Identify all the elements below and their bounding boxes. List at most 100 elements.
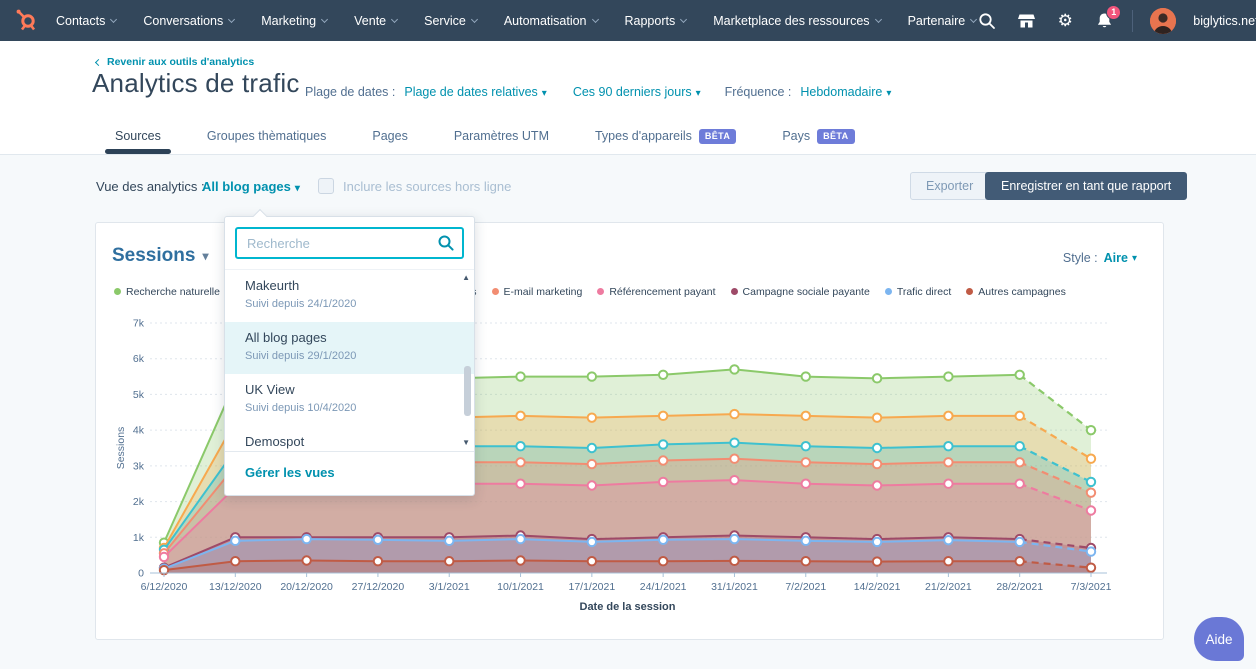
beta-badge: BÊTA	[699, 129, 736, 144]
page-title: Analytics de trafic	[92, 68, 300, 99]
marketplace-store-icon[interactable]	[1015, 10, 1037, 32]
nav-item-label: Contacts	[56, 14, 105, 28]
nav-item-label: Marketing	[261, 14, 316, 28]
legend-item[interactable]: Trafic direct	[885, 286, 951, 298]
nav-item-contacts[interactable]: Contacts	[56, 14, 116, 28]
chart-style-dropdown[interactable]: Style : Aire ▾	[1063, 251, 1137, 265]
x-tick-label: 31/1/2021	[711, 581, 758, 593]
nav-item-label: Conversations	[143, 14, 223, 28]
metric-dropdown[interactable]: Sessions▾	[112, 245, 208, 267]
top-nav: Contacts Conversations Marketing Vente S…	[0, 0, 1256, 41]
y-tick-label: 2k	[133, 496, 145, 508]
nav-item-label: Rapports	[625, 14, 676, 28]
legend-dot	[731, 288, 738, 295]
view-search-input[interactable]	[235, 227, 464, 259]
x-tick-label: 10/1/2021	[497, 581, 544, 593]
tab-pays[interactable]: PaysBÊTA	[782, 125, 854, 147]
x-tick-label: 6/12/2020	[141, 581, 188, 593]
nav-item-rapports[interactable]: Rapports	[625, 14, 687, 28]
tab-pages[interactable]: Pages	[372, 125, 407, 147]
view-option-uk-view[interactable]: UK View Suivi depuis 10/4/2020	[225, 374, 474, 426]
view-options-list: Makeurth Suivi depuis 24/1/2020 All blog…	[225, 269, 474, 451]
legend-label: Référencement payant	[609, 286, 715, 298]
y-tick-label: 0	[138, 568, 144, 580]
legend-label: Autres campagnes	[978, 286, 1066, 298]
save-report-button[interactable]: Enregistrer en tant que rapport	[985, 172, 1187, 200]
legend-item[interactable]: Recherche naturelle	[114, 286, 220, 298]
scroll-up-arrow-icon[interactable]: ▲	[462, 274, 470, 282]
nav-item-label: Automatisation	[504, 14, 587, 28]
date-range-type-dropdown[interactable]: Plage de dates relatives▾	[404, 85, 546, 99]
caret-down-icon: ▾	[542, 88, 547, 99]
date-controls: Plage de dates : Plage de dates relative…	[305, 85, 891, 99]
caret-down-icon: ▾	[1132, 253, 1137, 264]
search-icon[interactable]	[437, 234, 455, 257]
avatar[interactable]	[1150, 8, 1176, 34]
legend-item[interactable]: Référencement payant	[597, 286, 715, 298]
tab-parametres-utm[interactable]: Paramètres UTM	[454, 125, 549, 147]
nav-divider	[1132, 10, 1133, 32]
legend-label: Trafic direct	[897, 286, 951, 298]
legend-dot	[885, 288, 892, 295]
offline-sources-control: Inclure les sources hors ligne	[318, 178, 511, 194]
style-label: Style :	[1063, 251, 1098, 265]
account-menu[interactable]: biglytics.net	[1193, 14, 1256, 28]
offline-sources-checkbox[interactable]	[318, 178, 334, 194]
nav-item-service[interactable]: Service	[424, 14, 477, 28]
x-tick-label: 24/1/2021	[640, 581, 687, 593]
nav-item-conversations[interactable]: Conversations	[143, 14, 234, 28]
nav-item-vente[interactable]: Vente	[354, 14, 397, 28]
chevron-left-icon	[95, 58, 102, 65]
x-tick-label: 13/12/2020	[209, 581, 262, 593]
x-axis-title: Date de la session	[580, 601, 676, 613]
account-name: biglytics.net	[1193, 14, 1256, 28]
view-option-all-blog-pages[interactable]: All blog pages Suivi depuis 29/1/2020	[225, 322, 474, 374]
export-button[interactable]: Exporter	[910, 172, 989, 200]
notifications-bell-icon[interactable]: 1	[1093, 10, 1115, 32]
x-tick-label: 7/2/2021	[785, 581, 826, 593]
nav-item-marketing[interactable]: Marketing	[261, 14, 327, 28]
nav-item-label: Partenaire	[908, 14, 966, 28]
x-tick-label: 14/2/2021	[854, 581, 901, 593]
settings-gear-icon[interactable]: ⚙	[1054, 10, 1076, 32]
y-tick-label: 3k	[133, 460, 145, 472]
search-icon[interactable]	[976, 10, 998, 32]
legend-label: E-mail marketing	[504, 286, 583, 298]
scroll-down-arrow-icon[interactable]: ▼	[462, 439, 470, 447]
hubspot-logo-icon[interactable]	[14, 8, 38, 34]
x-tick-label: 21/2/2021	[925, 581, 972, 593]
nav-item-automatisation[interactable]: Automatisation	[504, 14, 598, 28]
back-link[interactable]: Revenir aux outils d'analytics	[96, 56, 254, 68]
legend-item[interactable]: E-mail marketing	[492, 286, 583, 298]
frequency-dropdown[interactable]: Hebdomadaire▾	[800, 85, 891, 99]
nav-item-marketplace[interactable]: Marketplace des ressources	[713, 14, 880, 28]
date-range-value-dropdown[interactable]: Ces 90 derniers jours▾	[573, 85, 701, 99]
analytics-view-panel: Makeurth Suivi depuis 24/1/2020 All blog…	[224, 216, 475, 496]
y-tick-label: 6k	[133, 353, 145, 365]
view-option-makeurth[interactable]: Makeurth Suivi depuis 24/1/2020	[225, 270, 474, 322]
chevron-down-icon	[110, 15, 117, 22]
nav-item-partenaire[interactable]: Partenaire	[908, 14, 977, 28]
nav-utilities: ⚙ 1 biglytics.net	[976, 8, 1256, 34]
nav-item-label: Marketplace des ressources	[713, 14, 869, 28]
legend-dot	[597, 288, 604, 295]
x-tick-label: 20/12/2020	[280, 581, 333, 593]
caret-down-icon: ▾	[886, 88, 891, 99]
help-button[interactable]: Aide	[1194, 617, 1244, 661]
analytics-view-dropdown[interactable]: All blog pages▾	[202, 179, 300, 194]
legend-dot	[492, 288, 499, 295]
nav-item-label: Vente	[354, 14, 386, 28]
chevron-down-icon	[391, 15, 398, 22]
legend-item[interactable]: Autres campagnes	[966, 286, 1066, 298]
tab-sources[interactable]: Sources	[115, 125, 161, 147]
notification-badge: 1	[1106, 5, 1121, 20]
legend-item[interactable]: Campagne sociale payante	[731, 286, 870, 298]
tab-types-appareils[interactable]: Types d'appareilsBÊTA	[595, 125, 736, 147]
chevron-down-icon	[471, 15, 478, 22]
caret-down-icon: ▾	[202, 249, 208, 263]
tab-groupes-thematiques[interactable]: Groupes thèmatiques	[207, 125, 327, 147]
view-option-demospot[interactable]: Demospot	[225, 426, 474, 451]
manage-views-link[interactable]: Gérer les vues	[225, 451, 474, 495]
x-tick-label: 17/1/2021	[568, 581, 615, 593]
scrollbar-thumb[interactable]	[464, 366, 471, 416]
